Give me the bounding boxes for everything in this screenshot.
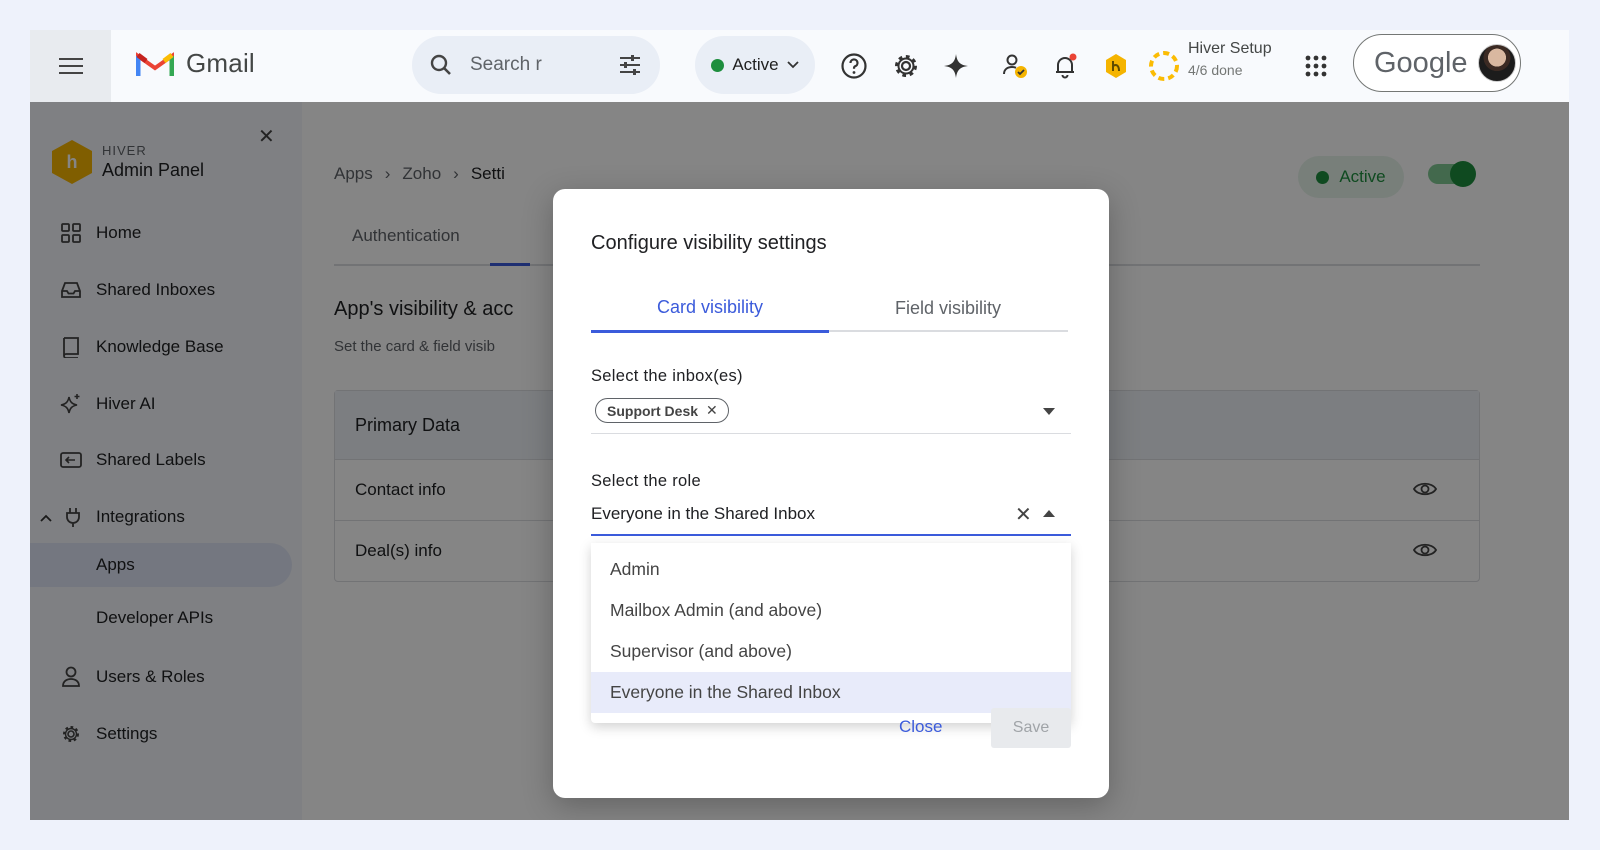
save-button[interactable]: Save [991,708,1071,748]
setup-progress-text: 4/6 done [1188,62,1243,78]
clear-icon[interactable]: ✕ [1015,502,1032,527]
role-option-supervisor[interactable]: Supervisor (and above) [591,631,1071,672]
inbox-select-label: Select the inbox(es) [591,367,743,385]
chevron-down-icon [787,61,799,69]
main-menu-button[interactable] [30,30,111,102]
inbox-chip-label: Support Desk [607,402,699,419]
inbox-multiselect[interactable]: Support Desk ✕ [591,394,1071,434]
close-button[interactable]: Close [899,717,942,737]
gmail-wordmark: Gmail [186,48,255,78]
setup-progress-icon[interactable] [1146,48,1182,84]
search-options-icon[interactable] [618,54,642,76]
account-switcher[interactable]: Google [1353,34,1521,92]
help-icon[interactable] [836,48,872,84]
gmail-topbar: Gmail Search r Active Hiver Setup 4/6 do… [30,30,1569,102]
hiver-badge-icon[interactable] [1098,48,1134,84]
gmail-logo[interactable]: Gmail [136,48,255,79]
bell-icon[interactable] [1047,48,1083,84]
mail-search-box[interactable]: Search r [412,36,660,94]
status-label: Active [732,55,779,74]
visibility-settings-dialog: Configure visibility settings Card visib… [553,189,1109,798]
hamburger-icon [58,58,83,74]
search-input[interactable]: Search r [470,54,600,76]
search-icon [430,54,451,75]
role-select-value[interactable]: Everyone in the Shared Inbox [591,504,815,524]
tab-field-visibility[interactable]: Field visibility [829,284,1067,332]
caret-up-icon[interactable] [1043,510,1055,517]
role-option-admin[interactable]: Admin [591,549,1071,590]
chip-remove-icon[interactable]: ✕ [706,402,718,419]
avatar [1477,44,1516,82]
status-dot [711,58,725,72]
role-option-everyone[interactable]: Everyone in the Shared Inbox [591,672,1071,713]
inbox-chip: Support Desk ✕ [595,398,729,423]
caret-down-icon[interactable] [1043,408,1055,415]
role-select-label: Select the role [591,472,701,490]
dialog-title: Configure visibility settings [591,232,827,254]
hiver-setup-progress[interactable]: Hiver Setup 4/6 done [1188,40,1272,78]
setup-title: Hiver Setup [1188,40,1272,57]
apps-grid-icon[interactable] [1298,48,1334,84]
user-status-icon[interactable] [997,48,1033,84]
gear-icon[interactable] [888,48,924,84]
role-dropdown-menu: Admin Mailbox Admin (and above) Supervis… [591,543,1071,723]
dialog-tabs: Card visibility Field visibility [591,284,1068,333]
gmail-m-icon [136,51,174,76]
app-frame: Gmail Search r Active Hiver Setup 4/6 do… [30,30,1569,820]
gemini-sparkle-icon[interactable] [938,48,974,84]
tab-card-visibility[interactable]: Card visibility [591,284,829,333]
role-select[interactable]: Everyone in the Shared Inbox ✕ [591,494,1071,536]
role-option-mailbox-admin[interactable]: Mailbox Admin (and above) [591,590,1071,631]
google-wordmark: Google [1374,46,1468,79]
status-selector[interactable]: Active [695,36,815,94]
